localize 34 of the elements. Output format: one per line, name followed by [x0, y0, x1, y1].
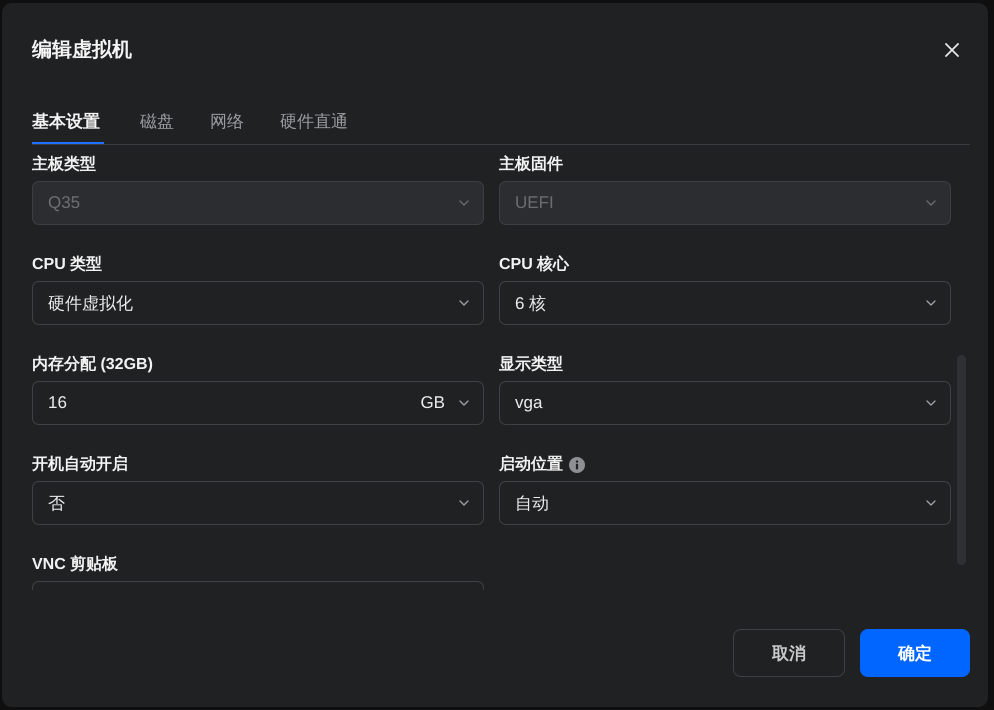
- select-field[interactable]: 自动: [499, 481, 951, 525]
- select-field[interactable]: 硬件虚拟化: [32, 281, 484, 325]
- field-label: 主板固件: [499, 155, 563, 175]
- field-label: 启动位置: [499, 455, 563, 475]
- field-label: CPU 类型: [32, 255, 102, 275]
- chevron-down-icon: [459, 400, 469, 406]
- tab[interactable]: 基本设置: [32, 110, 104, 144]
- field-label: CPU 核心: [499, 255, 570, 275]
- close-button[interactable]: [945, 43, 959, 57]
- number-field[interactable]: 16 GB: [32, 381, 484, 425]
- chevron-down-icon: [926, 400, 936, 406]
- field-label: 内存分配 (32GB): [32, 355, 153, 375]
- tab[interactable]: 硬件直通: [280, 110, 348, 144]
- field-label: 主板类型: [32, 155, 96, 175]
- cancel-button[interactable]: 取消: [733, 629, 845, 677]
- field-label: VNC 剪贴板: [32, 555, 118, 575]
- chevron-down-icon: [459, 300, 469, 306]
- info-icon[interactable]: [569, 457, 585, 473]
- chevron-down-icon: [459, 500, 469, 506]
- field-label: 开机自动开启: [32, 455, 128, 475]
- select-field[interactable]: 否: [32, 481, 484, 525]
- field-label: 显示类型: [499, 355, 563, 375]
- tab[interactable]: 网络: [210, 110, 244, 144]
- close-icon: [945, 43, 959, 57]
- chevron-down-icon: [926, 500, 936, 506]
- dialog-title: 编辑虚拟机: [32, 38, 132, 62]
- chevron-down-icon: [926, 200, 936, 206]
- tab[interactable]: 磁盘: [140, 110, 174, 144]
- unit-select[interactable]: GB: [420, 393, 469, 413]
- chevron-down-icon: [926, 300, 936, 306]
- confirm-button[interactable]: 确定: [860, 629, 970, 677]
- chevron-down-icon: [459, 200, 469, 206]
- select-field[interactable]: vga: [499, 381, 951, 425]
- select-field[interactable]: 6 核: [499, 281, 951, 325]
